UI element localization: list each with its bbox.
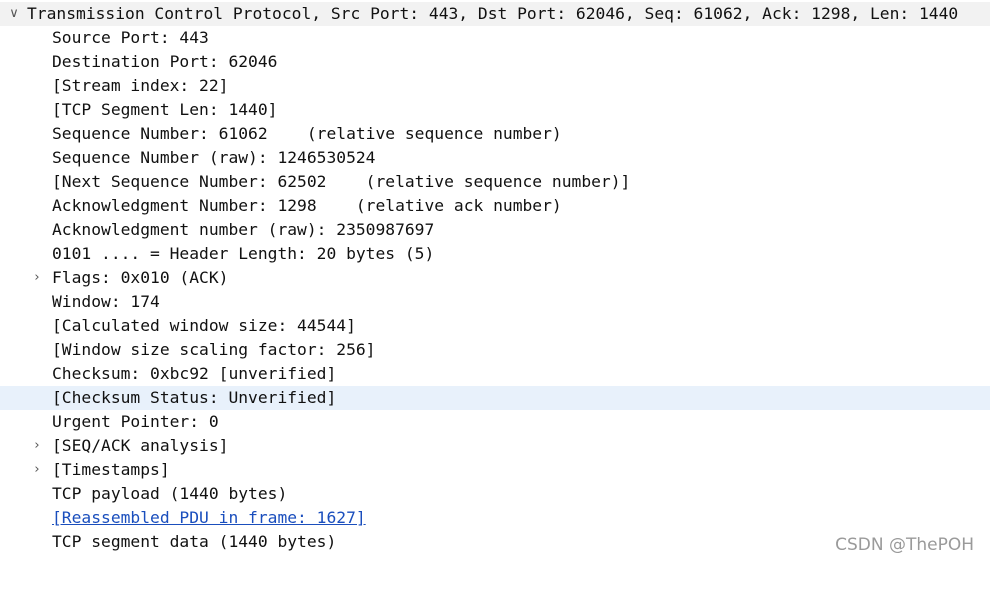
field-label: Source Port: 443	[52, 28, 209, 47]
field-reassembled-pdu[interactable]: [Reassembled PDU in frame: 1627]	[0, 506, 990, 530]
field-label: Checksum: 0xbc92 [unverified]	[52, 364, 337, 383]
field-label: Flags: 0x010 (ACK)	[52, 268, 229, 287]
field-label: [Timestamps]	[52, 460, 170, 479]
field-acknowledgment-number[interactable]: Acknowledgment Number: 1298 (relative ac…	[0, 194, 990, 218]
collapse-chevron-icon[interactable]: ∨	[5, 2, 23, 26]
field-label: Sequence Number (raw): 1246530524	[52, 148, 376, 167]
field-sequence-number-raw[interactable]: Sequence Number (raw): 1246530524	[0, 146, 990, 170]
field-label: Acknowledgment number (raw): 2350987697	[52, 220, 435, 239]
field-label: TCP segment data (1440 bytes)	[52, 532, 337, 551]
field-urgent-pointer[interactable]: Urgent Pointer: 0	[0, 410, 990, 434]
field-window[interactable]: Window: 174	[0, 290, 990, 314]
field-sequence-number[interactable]: Sequence Number: 61062 (relative sequenc…	[0, 122, 990, 146]
field-label: [Calculated window size: 44544]	[52, 316, 356, 335]
field-seq-ack-analysis[interactable]: › [SEQ/ACK analysis]	[0, 434, 990, 458]
field-tcp-segment-len[interactable]: [TCP Segment Len: 1440]	[0, 98, 990, 122]
field-tcp-payload[interactable]: TCP payload (1440 bytes)	[0, 482, 990, 506]
field-acknowledgment-number-raw[interactable]: Acknowledgment number (raw): 2350987697	[0, 218, 990, 242]
field-label: [Checksum Status: Unverified]	[52, 388, 337, 407]
expand-chevron-icon[interactable]: ›	[28, 266, 46, 290]
field-label: [Next Sequence Number: 62502 (relative s…	[52, 172, 631, 191]
field-label: Urgent Pointer: 0	[52, 412, 219, 431]
field-source-port[interactable]: Source Port: 443	[0, 26, 990, 50]
field-header-length[interactable]: 0101 .... = Header Length: 20 bytes (5)	[0, 242, 990, 266]
field-label: [SEQ/ACK analysis]	[52, 436, 229, 455]
tcp-protocol-label: Transmission Control Protocol, Src Port:…	[27, 4, 959, 23]
field-label: [Stream index: 22]	[52, 76, 229, 95]
field-label: Sequence Number: 61062 (relative sequenc…	[52, 124, 562, 143]
reassembled-pdu-link[interactable]: [Reassembled PDU in frame: 1627]	[52, 506, 366, 530]
field-calculated-window-size[interactable]: [Calculated window size: 44544]	[0, 314, 990, 338]
field-label: Window: 174	[52, 292, 160, 311]
field-window-scaling-factor[interactable]: [Window size scaling factor: 256]	[0, 338, 990, 362]
field-checksum[interactable]: Checksum: 0xbc92 [unverified]	[0, 362, 990, 386]
expand-chevron-icon[interactable]: ›	[28, 434, 46, 458]
field-label: TCP payload (1440 bytes)	[52, 484, 288, 503]
field-next-sequence-number[interactable]: [Next Sequence Number: 62502 (relative s…	[0, 170, 990, 194]
expand-chevron-icon[interactable]: ›	[28, 458, 46, 482]
field-label: [TCP Segment Len: 1440]	[52, 100, 278, 119]
packet-details-tree: ∨ Transmission Control Protocol, Src Por…	[0, 2, 990, 554]
field-checksum-status[interactable]: [Checksum Status: Unverified]	[0, 386, 990, 410]
field-stream-index[interactable]: [Stream index: 22]	[0, 74, 990, 98]
field-timestamps[interactable]: › [Timestamps]	[0, 458, 990, 482]
tcp-protocol-header-row[interactable]: ∨ Transmission Control Protocol, Src Por…	[0, 2, 990, 26]
field-label: 0101 .... = Header Length: 20 bytes (5)	[52, 244, 435, 263]
field-destination-port[interactable]: Destination Port: 62046	[0, 50, 990, 74]
field-label: Destination Port: 62046	[52, 52, 278, 71]
csdn-watermark: CSDN @ThePOH	[835, 535, 974, 555]
field-label: [Window size scaling factor: 256]	[52, 340, 376, 359]
field-flags[interactable]: › Flags: 0x010 (ACK)	[0, 266, 990, 290]
field-label: Acknowledgment Number: 1298 (relative ac…	[52, 196, 562, 215]
